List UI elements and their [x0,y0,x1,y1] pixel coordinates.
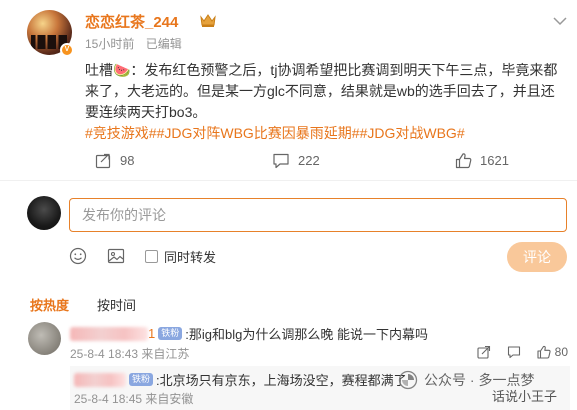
commenter-name-redacted[interactable] [70,326,148,341]
comment-count: 222 [298,152,320,168]
composer-tools: 同时转发 [69,245,216,267]
comment-item: 1 铁粉 :那ig和blg为什么调那么晚 能说一下内幕吗 25-8-4 18:4… [28,322,573,362]
comment-actions: 80 [461,345,568,359]
comment-icon[interactable] [507,345,521,359]
divider [0,180,577,181]
comment-input[interactable]: 发布你的评论 [69,198,567,232]
repost-button[interactable]: 98 [95,150,134,170]
fan-badge: 铁粉 [158,327,183,340]
like-count: 1621 [480,152,509,168]
comment-sort-tabs: 按热度 按时间 [30,295,136,314]
submit-comment-button[interactable]: 评论 [507,242,567,272]
post-time[interactable]: 15小时前 [85,37,134,51]
image-button[interactable] [107,247,125,265]
post-content: 吐槽🍉：发布红色预警之后，tj协调希望把比赛调到明天下午三点，毕竟来都来了，大老… [85,62,558,120]
repost-toggle[interactable]: 同时转发 [145,247,216,266]
post-header: V 恋恋红茶_244 15小时前 已编辑 [27,10,567,57]
comment-icon [273,153,289,168]
like-button[interactable]: 1621 [455,150,509,170]
comment-meta: 25-8-4 18:43 来自江苏 [70,347,190,361]
comment-text: :那ig和blg为什么调那么晚 能说一下内幕吗 [185,327,428,342]
crown-icon [200,14,216,27]
repost-count: 98 [120,152,135,168]
fan-badge: 铁粉 [129,373,154,386]
reply-meta: 25-8-4 18:45 来自安徽 [74,392,194,406]
edited-label: 已编辑 [145,37,182,51]
emoji-button[interactable] [69,247,87,265]
reply-line: 铁粉 :北京场只有京东，上海场没空，赛程都满了 [74,370,407,389]
comment-line: 1 铁粉 :那ig和blg为什么调那么晚 能说一下内幕吗 [70,324,428,343]
tab-sort-time[interactable]: 按时间 [97,295,136,314]
thumbs-up-icon [455,152,472,168]
verified-badge-icon: V [60,43,74,57]
post-actions: 98 222 1621 [0,145,577,175]
post-topics[interactable]: #竞技游戏##JDG对阵WBG比赛因暴雨延期##JDG对战WBG# [85,123,465,143]
tab-sort-hot[interactable]: 按热度 [30,295,69,314]
wechat-logo-icon [398,370,418,390]
comment-composer: 发布你的评论 同时转发 评论 [27,196,572,272]
commenter-avatar[interactable] [28,322,61,355]
comment-like-count: 80 [554,345,568,359]
chevron-down-icon[interactable] [553,16,567,26]
watermark-user: 话说小王子 [492,389,558,404]
commenter-name-tail[interactable]: 1 [148,326,155,341]
image-icon [107,248,125,264]
replier-name-redacted[interactable] [74,372,126,387]
emoji-icon [69,247,87,265]
post-meta: 15小时前 已编辑 [85,35,190,52]
current-user-avatar[interactable] [27,196,61,230]
comment-button[interactable]: 222 [272,150,320,170]
repost-checkbox[interactable] [145,249,158,263]
share-icon[interactable] [477,345,491,359]
repost-icon [95,153,111,168]
author-name[interactable]: 恋恋红茶_244 [85,11,178,32]
repost-label: 同时转发 [164,249,217,265]
reply-text: :北京场只有京东，上海场没空，赛程都满了 [156,373,407,388]
thumbs-up-icon[interactable] [537,345,551,359]
